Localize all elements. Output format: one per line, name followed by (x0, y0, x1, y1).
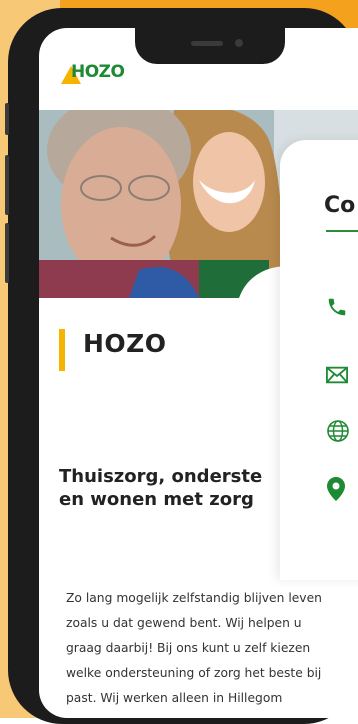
subheading-line: Thuiszorg, onderste (59, 466, 263, 487)
globe-icon[interactable] (326, 419, 350, 443)
phone-frame: HOZO HOZO Thuiszorg, onderste en wonen m… (5, 8, 358, 724)
intro-paragraph: Zo lang mogelijk zelfstandig blijven lev… (66, 586, 358, 711)
speaker-grille (191, 41, 223, 46)
paragraph-line: zoals u dat gewend bent. Wij helpen u (66, 616, 302, 630)
paragraph-line: graag daarbij! Bij ons kunt u zelf kieze… (66, 641, 311, 655)
page-title: HOZO (83, 329, 167, 358)
contact-title: Co (324, 193, 356, 218)
paragraph-line: Zo lang mogelijk zelfstandig blijven lev… (66, 591, 322, 605)
location-pin-icon[interactable] (326, 476, 346, 502)
paragraph-line: welke ondersteuning of zorg het beste bi… (66, 666, 322, 680)
subheading-line: en wonen met zorg (59, 489, 254, 510)
heading-accent-bar (59, 329, 65, 371)
contact-title-underline (326, 230, 358, 232)
phone-screen: HOZO HOZO Thuiszorg, onderste en wonen m… (39, 28, 358, 718)
phone-icon[interactable] (326, 296, 348, 318)
phone-volume-down-button (5, 223, 9, 283)
phone-volume-up-button (5, 155, 9, 215)
contact-panel: Co (280, 140, 358, 580)
section-subheading: Thuiszorg, onderste en wonen met zorg (59, 465, 299, 511)
envelope-icon[interactable] (326, 366, 348, 384)
logo-text: HOZO (71, 62, 125, 82)
front-camera (235, 39, 243, 47)
phone-side-button (5, 103, 9, 135)
paragraph-line: past. Wij werken alleen in Hillegom (66, 691, 283, 705)
phone-notch (135, 28, 285, 64)
